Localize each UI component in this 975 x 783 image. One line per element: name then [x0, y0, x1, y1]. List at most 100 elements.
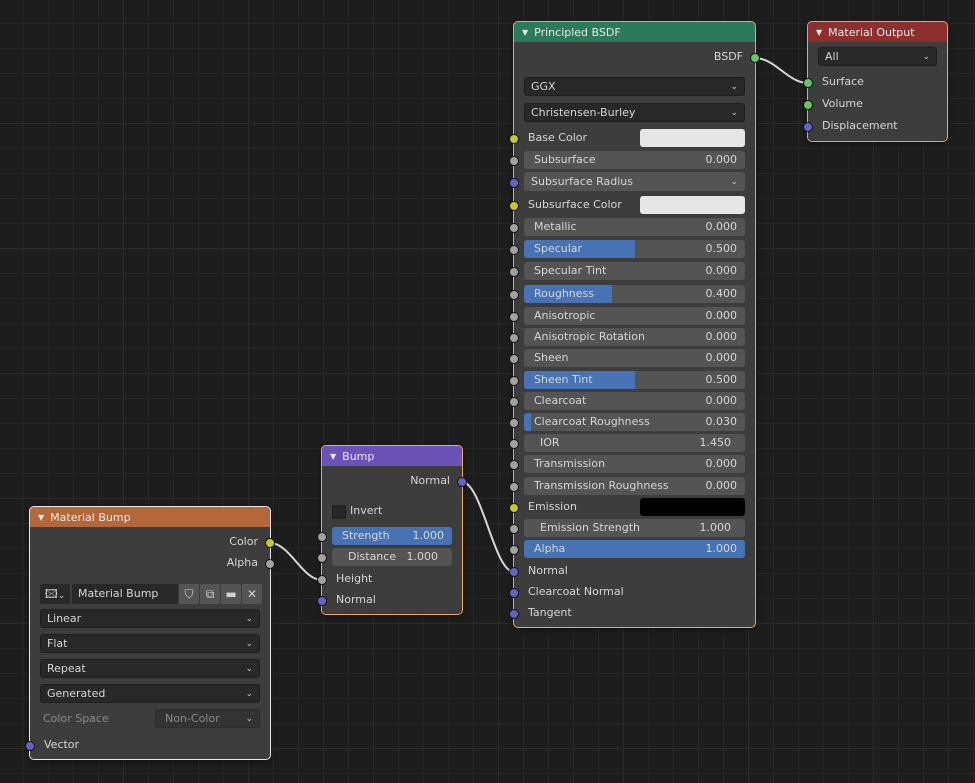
- fake-user-button[interactable]: ⛉: [179, 584, 199, 604]
- collapse-triangle-icon[interactable]: ▼: [330, 452, 336, 461]
- chevron-down-icon: ⌄: [245, 714, 253, 724]
- vector-row: Vector: [25, 735, 270, 755]
- bump-normal-row: Normal: [317, 590, 462, 610]
- clearcoat-slider[interactable]: Clearcoat 0.000: [524, 392, 745, 410]
- ior-slider[interactable]: IOR 1.450: [524, 434, 745, 452]
- extension-dropdown[interactable]: Repeat ⌄: [40, 659, 260, 678]
- collapse-triangle-icon[interactable]: ▼: [38, 513, 44, 522]
- invert-checkbox[interactable]: [332, 505, 346, 519]
- principled-bsdf-node[interactable]: ▼ Principled BSDF BSDF GGX ⌄ Christensen…: [509, 21, 760, 628]
- specular-tint-row: Specular Tint 0.000: [509, 261, 755, 281]
- source-dropdown[interactable]: Generated ⌄: [40, 684, 260, 703]
- texture-alpha-socket[interactable]: [265, 559, 275, 569]
- clearcoat-socket[interactable]: [509, 397, 519, 407]
- vector-socket[interactable]: [25, 741, 35, 751]
- emission-color-swatch[interactable]: [640, 498, 745, 516]
- output-bsdf-socket[interactable]: [750, 53, 760, 63]
- subsurface-color-label: Subsurface Color: [528, 198, 622, 211]
- volume-socket[interactable]: [803, 100, 813, 110]
- distance-slider[interactable]: Distance 1.000: [332, 548, 452, 566]
- open-image-button[interactable]: ▬: [221, 584, 241, 604]
- specular-socket[interactable]: [509, 245, 519, 255]
- sheen-tint-socket[interactable]: [509, 376, 519, 386]
- strength-row: Strength 1.000: [317, 526, 462, 546]
- subsurface-radius-socket[interactable]: [509, 178, 519, 188]
- anisotropic-slider[interactable]: Anisotropic 0.000: [524, 307, 745, 325]
- base-color-socket[interactable]: [509, 134, 519, 144]
- input-normal-socket[interactable]: [509, 567, 519, 577]
- subsurface-socket[interactable]: [509, 156, 519, 166]
- emission-strength-socket[interactable]: [509, 524, 519, 534]
- roughness-socket[interactable]: [509, 290, 519, 300]
- bump-input-normal-socket[interactable]: [317, 596, 327, 606]
- clearcoat-roughness-slider[interactable]: Clearcoat Roughness 0.030: [524, 413, 745, 431]
- surface-socket[interactable]: [803, 78, 813, 88]
- link-bsdf-to-surface[interactable]: [754, 57, 809, 84]
- interpolation-dropdown[interactable]: Linear ⌄: [40, 609, 260, 628]
- transmission-slider[interactable]: Transmission 0.000: [524, 455, 745, 473]
- link-color-to-height[interactable]: [269, 542, 323, 581]
- principled-bsdf-header[interactable]: ▼ Principled BSDF: [514, 22, 755, 42]
- anisotropic-socket[interactable]: [509, 312, 519, 322]
- texture-color-label: Color: [229, 535, 258, 548]
- unlink-image-button[interactable]: ✕: [242, 584, 262, 604]
- specular-row: Specular 0.500: [509, 239, 755, 259]
- sheen-slider[interactable]: Sheen 0.000: [524, 349, 745, 367]
- material-output-node[interactable]: ▼ Material Output All ⌄ Surface Volume D…: [803, 21, 948, 142]
- color-space-dropdown[interactable]: Non-Color ⌄: [155, 709, 260, 728]
- ior-socket[interactable]: [509, 439, 519, 449]
- emission-socket[interactable]: [509, 503, 519, 513]
- bump-output-normal-socket[interactable]: [457, 477, 467, 487]
- sheen-socket[interactable]: [509, 354, 519, 364]
- height-socket[interactable]: [317, 575, 327, 585]
- displacement-socket[interactable]: [803, 122, 813, 132]
- subsurface-slider[interactable]: Subsurface 0.000: [524, 151, 745, 169]
- anisotropic-rotation-slider[interactable]: Anisotropic Rotation 0.000: [524, 328, 745, 346]
- specular-slider[interactable]: Specular 0.500: [524, 240, 745, 258]
- input-normal-row: Normal: [509, 561, 755, 581]
- specular-tint-socket[interactable]: [509, 267, 519, 277]
- transmission-socket[interactable]: [509, 460, 519, 470]
- subsurface-color-row: Subsurface Color: [509, 195, 755, 215]
- duplicate-image-button[interactable]: ⧉: [200, 584, 220, 604]
- transmission-roughness-socket[interactable]: [509, 482, 519, 492]
- projection-dropdown[interactable]: Flat ⌄: [40, 634, 260, 653]
- material-output-header[interactable]: ▼ Material Output: [808, 22, 947, 42]
- collapse-triangle-icon[interactable]: ▼: [522, 28, 528, 37]
- input-clearcoat-normal-socket[interactable]: [509, 588, 519, 598]
- strength-slider[interactable]: Strength 1.000: [332, 527, 452, 545]
- subsurface-method-dropdown[interactable]: Christensen-Burley ⌄: [524, 103, 745, 122]
- clearcoat-roughness-socket[interactable]: [509, 418, 519, 428]
- sheen-tint-slider[interactable]: Sheen Tint 0.500: [524, 371, 745, 389]
- emission-strength-slider[interactable]: Emission Strength 1.000: [524, 519, 745, 537]
- metallic-slider[interactable]: Metallic 0.000: [524, 218, 745, 236]
- metallic-socket[interactable]: [509, 223, 519, 233]
- subsurface-color-socket[interactable]: [509, 201, 519, 211]
- image-name-field[interactable]: Material Bump: [72, 584, 178, 604]
- image-texture-header[interactable]: ▼ Material Bump: [30, 507, 270, 527]
- distance-socket[interactable]: [317, 553, 327, 563]
- image-browse-button[interactable]: 🖾⌄: [40, 584, 70, 604]
- vector-label: Vector: [44, 738, 80, 751]
- roughness-slider[interactable]: Roughness 0.400: [524, 285, 745, 303]
- texture-color-socket[interactable]: [265, 538, 275, 548]
- subsurface-color-swatch[interactable]: [640, 196, 745, 214]
- output-target-dropdown[interactable]: All ⌄: [818, 47, 937, 66]
- subsurface-radius-dropdown[interactable]: Subsurface Radius ⌄: [524, 172, 745, 191]
- input-normal-label: Normal: [528, 564, 568, 577]
- bump-node[interactable]: ▼ Bump Normal Invert Strength 1.000 Dist…: [317, 445, 467, 615]
- base-color-swatch[interactable]: [640, 129, 745, 147]
- collapse-triangle-icon[interactable]: ▼: [816, 28, 822, 37]
- alpha-slider[interactable]: Alpha 1.000: [524, 540, 745, 558]
- image-texture-node[interactable]: ▼ Material Bump Color Alpha 🖾⌄ Material …: [25, 506, 275, 760]
- strength-socket[interactable]: [317, 532, 327, 542]
- link-bump-to-normal[interactable]: [461, 481, 515, 573]
- transmission-roughness-slider[interactable]: Transmission Roughness 0.000: [524, 477, 745, 495]
- distribution-dropdown[interactable]: GGX ⌄: [524, 77, 745, 96]
- specular-tint-slider[interactable]: Specular Tint 0.000: [524, 262, 745, 280]
- bump-header[interactable]: ▼ Bump: [322, 446, 462, 466]
- alpha-socket[interactable]: [509, 545, 519, 555]
- input-tangent-socket[interactable]: [509, 609, 519, 619]
- anisotropic-rotation-socket[interactable]: [509, 333, 519, 343]
- base-color-label: Base Color: [528, 131, 588, 144]
